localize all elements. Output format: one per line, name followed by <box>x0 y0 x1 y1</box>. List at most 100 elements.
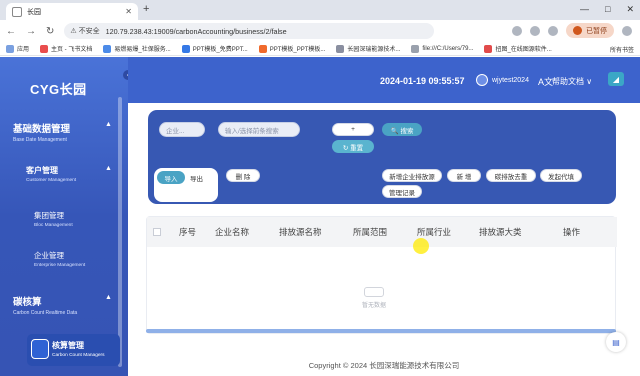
puzzle-icon[interactable] <box>548 25 558 36</box>
column-header: 操作 <box>563 227 581 237</box>
delete-button[interactable]: 删 除 <box>226 169 260 182</box>
sidebar: CYG长园 基础数据管理 Base Date Management ▲ 客户管理… <box>0 57 128 376</box>
column-header: 排放源大类 <box>479 227 522 237</box>
maximize-icon[interactable]: □ <box>605 4 610 15</box>
bookmark-item[interactable]: PPT模板_PPT模板... <box>258 44 325 53</box>
select-all-checkbox[interactable] <box>153 228 161 236</box>
sidebar-item-group[interactable]: 集团管理 Bloc Management <box>34 210 73 228</box>
data-table: 序号 企业名称 排放源名称 所属范围 所属行业 排放源大类 操作 暂无数据 <box>146 216 617 334</box>
chevron-up-icon: ▲ <box>105 294 112 301</box>
enterprise-select[interactable]: 企业... <box>159 122 205 137</box>
column-header: 企业名称 <box>215 227 250 237</box>
new-tab-button[interactable]: + <box>143 3 149 15</box>
sidebar-item-label: 核算管理 <box>52 341 84 350</box>
bookmark-item[interactable]: file:///C:/Users/79... <box>411 44 473 53</box>
url-text[interactable]: 120.79.238.43:19009/carbonAccounting/bus… <box>106 27 287 36</box>
bookmark-item[interactable]: PPT模板_免费PPT... <box>181 44 248 53</box>
export-button[interactable]: 导出 <box>190 171 203 184</box>
top-header: 2024-01-19 09:55:57 wjytest2024 A文 帮助文档 … <box>128 57 640 103</box>
fullscreen-icon[interactable]: ◢ <box>608 72 624 86</box>
table-header: 序号 企业名称 排放源名称 所属范围 所属行业 排放源大类 操作 <box>147 217 617 247</box>
bookmark-item[interactable]: 扭图_在线图源软件... <box>484 44 552 53</box>
document-icon <box>31 339 49 359</box>
bookmark-item[interactable]: 长园深瑞能源技术... <box>336 44 400 53</box>
submenu-subtitle: Customer Management <box>26 178 77 183</box>
empty-text: 暂无数据 <box>362 303 387 309</box>
dedupe-button[interactable]: 碳排放去重 <box>486 169 536 182</box>
omnibox[interactable]: ⚠ 不安全 120.79.238.43:19009/carbonAccounti… <box>64 23 435 39</box>
submenu-customer[interactable]: 客户管理 Customer Management ▲ <box>26 165 112 183</box>
reset-button[interactable]: ↻ 重置 <box>332 140 374 153</box>
security-indicator[interactable]: ⚠ 不安全 <box>70 26 99 36</box>
nav-buttons: ← → ↻ <box>6 26 54 37</box>
sidebar-item-subtitle: Carbon Count Managers <box>52 353 105 358</box>
sidebar-item-label: 企业管理 <box>34 251 64 260</box>
sidebar-item-subtitle: Enterprise Management <box>34 263 86 268</box>
tab-close-icon[interactable]: ✕ <box>125 7 132 16</box>
sidebar-item-subtitle: Bloc Management <box>34 223 73 228</box>
empty-box-icon <box>364 287 384 297</box>
minimize-icon[interactable]: — <box>580 4 589 15</box>
main-content: 企业... 输入/选择前条搜索 + 🔍 搜索 ↻ 重置 导入 导出 删 除 新增… <box>128 103 640 353</box>
filter-panel: 企业... 输入/选择前条搜索 + 🔍 搜索 ↻ 重置 导入 导出 删 除 新增… <box>148 110 616 204</box>
tab-title: 长园 <box>27 8 41 16</box>
browser-tab[interactable]: 长园 ✕ <box>6 3 138 20</box>
search-input[interactable]: 输入/选择前条搜索 <box>218 122 300 137</box>
tab-favicon-icon <box>12 6 22 17</box>
submenu-title: 客户管理 <box>26 166 58 175</box>
sidebar-item-carbon-count[interactable]: 核算管理 Carbon Count Managers <box>27 334 120 366</box>
chevron-up-icon: ▲ <box>105 165 112 172</box>
column-header: 排放源名称 <box>279 227 322 237</box>
bookmark-item[interactable]: 主页 - 飞书文档 <box>40 44 92 53</box>
menu-icon[interactable] <box>622 25 632 36</box>
all-bookmarks[interactable]: 所有书签 <box>610 45 634 54</box>
window-controls: — □ ✕ <box>580 4 634 15</box>
bookmarks-bar: 应用 主页 - 飞书文档 易燃易爆_社保服务... PPT模板_免费PPT...… <box>0 42 640 56</box>
forward-icon[interactable]: → <box>26 26 36 37</box>
menu-group-carbon[interactable]: 碳核算 Carbon Count Realtime Data ▲ <box>13 294 112 316</box>
avatar <box>476 74 488 86</box>
reload-icon[interactable]: ↻ <box>46 26 54 37</box>
initiate-fill-button[interactable]: 发起代填 <box>540 169 582 182</box>
address-bar-row: ← → ↻ ⚠ 不安全 120.79.238.43:19009/carbonAc… <box>0 20 640 42</box>
star-icon[interactable] <box>512 25 522 36</box>
add-button[interactable]: 新 增 <box>447 169 481 182</box>
username: wjytest2024 <box>492 76 529 84</box>
sidebar-scrollbar[interactable] <box>118 97 122 367</box>
bookmark-item[interactable]: 应用 <box>6 44 29 53</box>
active-item-text: 核算管理 Carbon Count Managers <box>52 340 105 358</box>
bookmark-item[interactable]: 易燃易爆_社保服务... <box>103 44 171 53</box>
language-icon[interactable]: A文 <box>538 75 553 88</box>
menu-group-title: 基础数据管理 <box>13 124 71 135</box>
sidebar-item-label: 集团管理 <box>34 211 64 220</box>
empty-state: 暂无数据 <box>362 287 386 309</box>
manage-records-button[interactable]: 管理记录 <box>382 185 422 198</box>
column-header: 所属范围 <box>353 227 388 237</box>
profile-pause-button[interactable]: 已暂停 <box>566 23 614 38</box>
add-filter-button[interactable]: + <box>332 123 374 136</box>
table-horizontal-scrollbar[interactable] <box>146 329 616 333</box>
current-datetime: 2024-01-19 09:55:57 <box>380 76 465 86</box>
menu-group-subtitle: Carbon Count Realtime Data <box>13 310 78 316</box>
menu-group-title: 碳核算 <box>13 297 42 308</box>
column-header: 序号 <box>179 227 197 237</box>
menu-group-base-data[interactable]: 基础数据管理 Base Date Management ▲ <box>13 121 112 143</box>
browser-tab-strip: 长园 ✕ + — □ ✕ <box>0 0 640 20</box>
menu-group-subtitle: Base Date Management <box>13 137 67 143</box>
sidebar-item-enterprise[interactable]: 企业管理 Enterprise Management <box>34 250 85 268</box>
help-docs-menu[interactable]: 帮助文档 ∨ <box>552 76 592 87</box>
chevron-up-icon: ▲ <box>105 121 112 128</box>
extensions-area: 已暂停 <box>512 23 632 38</box>
cursor-highlight <box>413 238 429 254</box>
document-icon[interactable]: ▤ <box>606 332 626 352</box>
search-button[interactable]: 🔍 搜索 <box>382 123 422 136</box>
pause-label: 已暂停 <box>586 27 607 35</box>
back-icon[interactable]: ← <box>6 26 16 37</box>
copyright-footer: Copyright © 2024 长园深瑞能源技术有限公司 <box>308 361 460 370</box>
user-menu[interactable]: wjytest2024 <box>476 74 529 86</box>
close-window-icon[interactable]: ✕ <box>626 4 634 15</box>
add-emission-source-button[interactable]: 新增企业排放源 <box>382 169 442 182</box>
extension-icon[interactable] <box>530 25 540 36</box>
import-button[interactable]: 导入 <box>157 171 185 184</box>
import-export-group: 导入 导出 <box>154 168 218 202</box>
